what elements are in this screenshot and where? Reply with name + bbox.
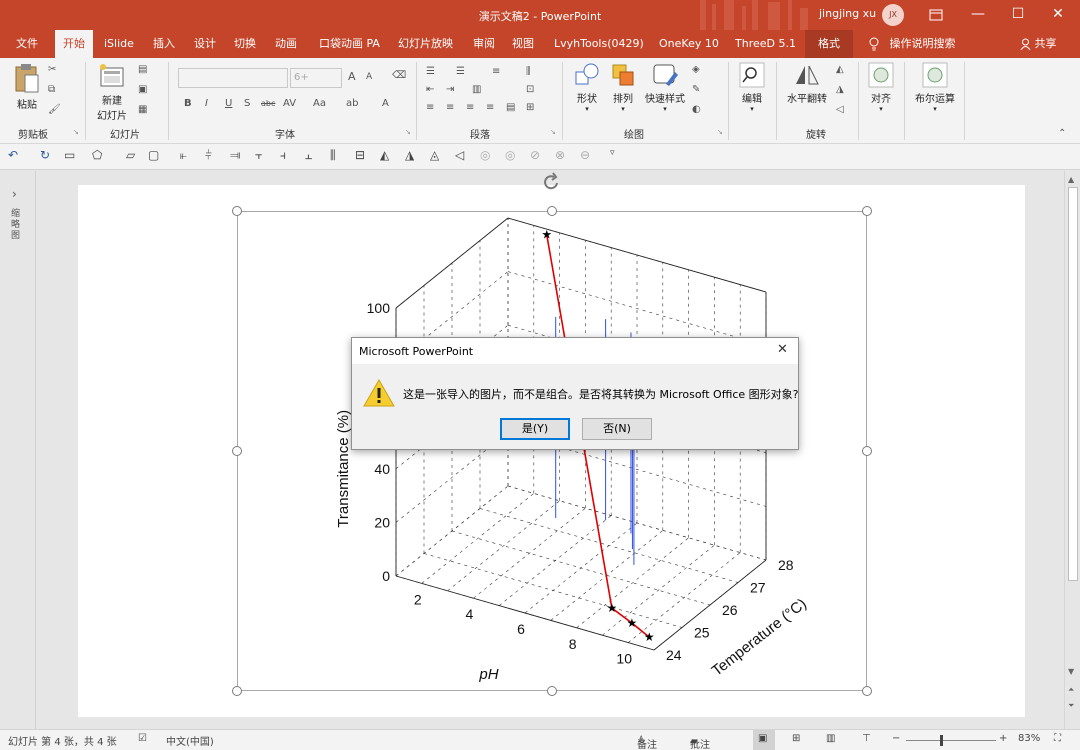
slide-sorter-icon[interactable]: ⊞: [792, 733, 800, 744]
language-indicator[interactable]: 中文(中国): [166, 733, 214, 748]
slideshow-icon[interactable]: ⊤: [862, 733, 871, 744]
normal-view-icon: ▣: [758, 733, 768, 744]
convert-dialog: Microsoft PowerPoint ✕ 这是一张导入的图片，而不是组合。是…: [351, 337, 799, 450]
dialog-title: Microsoft PowerPoint: [359, 345, 474, 358]
dialog-message: 这是一张导入的图片，而不是组合。是否将其转换为 Microsoft Office…: [403, 388, 799, 401]
resize-handle-ne[interactable]: [862, 206, 872, 216]
fit-slide-icon[interactable]: ⛶: [1054, 733, 1061, 744]
status-bar: 幻灯片 第 4 张，共 4 张 ☑ 中文(中国) ≜ 备注 ▰ 批注 ▣ ⊞ ▥…: [0, 729, 1080, 750]
scroll-thumb[interactable]: [1068, 187, 1078, 581]
yes-button[interactable]: 是(Y): [500, 418, 570, 440]
resize-handle-se[interactable]: [862, 686, 872, 696]
vertical-scrollbar[interactable]: ▲ ▼ ⏶ ⏷: [1064, 171, 1080, 729]
resize-handle-e[interactable]: [862, 446, 872, 456]
comments-label: 批注: [690, 740, 710, 750]
rotation-handle-icon[interactable]: [542, 172, 562, 194]
slide-counter: 幻灯片 第 4 张，共 4 张: [8, 737, 117, 748]
zoom-level[interactable]: 83%: [1018, 733, 1040, 744]
warning-icon: [363, 378, 395, 407]
no-button[interactable]: 否(N): [582, 418, 652, 440]
powerpoint-window: 演示文稿2 - PowerPoint jingjing xu JX — ☐ ✕ …: [0, 0, 1080, 750]
resize-handle-nw[interactable]: [232, 206, 242, 216]
zoom-out-icon[interactable]: −: [892, 733, 900, 744]
selection-box: [237, 211, 867, 691]
resize-handle-n[interactable]: [547, 206, 557, 216]
dialog-close-icon[interactable]: ✕: [777, 342, 788, 357]
zoom-slider[interactable]: [906, 740, 996, 741]
resize-handle-sw[interactable]: [232, 686, 242, 696]
scroll-down-icon[interactable]: ▼: [1068, 667, 1074, 676]
resize-handle-w[interactable]: [232, 446, 242, 456]
next-slide-icon[interactable]: ⏷: [1068, 701, 1074, 711]
zoom-in-icon[interactable]: +: [999, 733, 1007, 744]
prev-slide-icon[interactable]: ⏶: [1068, 685, 1074, 695]
reading-view-icon[interactable]: ▥: [826, 733, 835, 744]
scroll-up-icon[interactable]: ▲: [1068, 175, 1074, 184]
zoom-slider-thumb[interactable]: [940, 735, 943, 746]
dialog-title-bar: Microsoft PowerPoint ✕: [352, 338, 798, 364]
spelling-icon[interactable]: ☑: [138, 733, 147, 744]
resize-handle-s[interactable]: [547, 686, 557, 696]
notes-label: 备注: [637, 740, 657, 750]
